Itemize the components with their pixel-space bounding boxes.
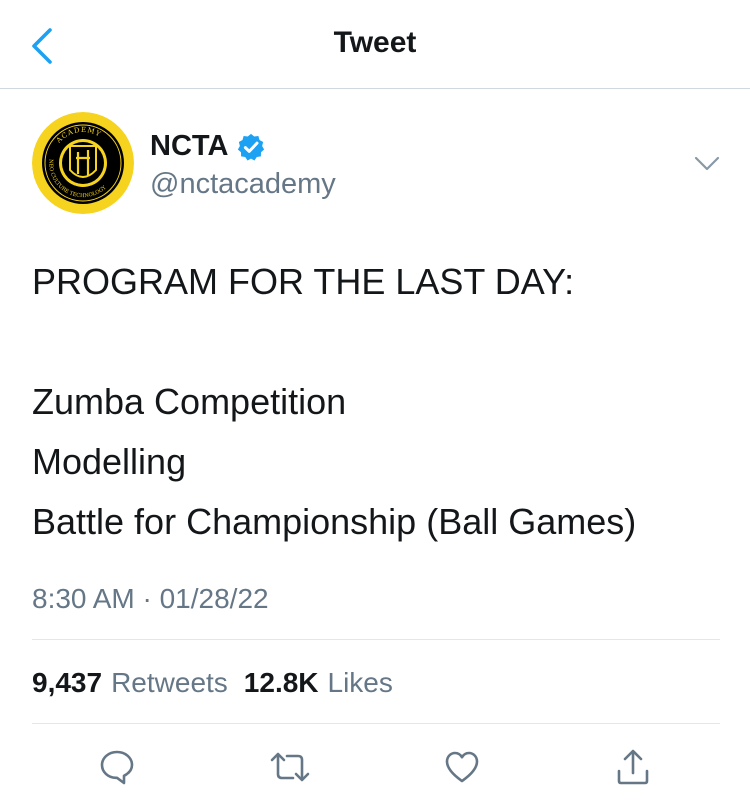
tweet-text: PROGRAM FOR THE LAST DAY: Zumba Competit… bbox=[32, 252, 722, 552]
like-button[interactable] bbox=[439, 744, 485, 790]
retweets-label[interactable]: Retweets bbox=[111, 667, 228, 699]
more-options-button[interactable] bbox=[690, 146, 724, 180]
retweet-icon bbox=[270, 752, 310, 782]
tweet-header: ACADEMY NEO CULTURE TECHNOLOGY NCTA @nct… bbox=[32, 110, 722, 220]
tweet-line: Battle for Championship (Ball Games) bbox=[32, 501, 637, 542]
tweet-timestamp[interactable]: 8:30 AM · 01/28/22 bbox=[32, 583, 269, 615]
page-title: Tweet bbox=[333, 26, 417, 59]
retweets-count[interactable]: 9,437 bbox=[32, 667, 102, 699]
share-button[interactable] bbox=[610, 744, 656, 790]
avatar[interactable]: ACADEMY NEO CULTURE TECHNOLOGY bbox=[32, 112, 134, 214]
likes-count[interactable]: 12.8K bbox=[244, 667, 319, 699]
retweet-button[interactable] bbox=[267, 744, 313, 790]
tweet-line: Modelling bbox=[32, 441, 187, 482]
tweet-line: PROGRAM FOR THE LAST DAY: bbox=[32, 261, 575, 302]
tweet-action-bar bbox=[0, 744, 750, 792]
tweet-stats: 9,437 Retweets 12.8K Likes bbox=[32, 667, 409, 699]
tweet-line: Zumba Competition bbox=[32, 381, 347, 422]
navigation-bar: Tweet bbox=[0, 0, 750, 89]
reply-icon bbox=[100, 750, 134, 785]
verified-badge-icon bbox=[238, 133, 265, 160]
divider bbox=[32, 723, 720, 724]
likes-label[interactable]: Likes bbox=[328, 667, 393, 699]
heart-icon bbox=[445, 751, 479, 783]
author-display-name: NCTA bbox=[150, 130, 229, 162]
chevron-down-icon bbox=[694, 156, 720, 171]
tweet-line-empty bbox=[32, 312, 722, 372]
share-icon bbox=[617, 749, 649, 785]
divider bbox=[32, 639, 720, 640]
author-handle[interactable]: @nctacademy bbox=[150, 168, 336, 201]
reply-button[interactable] bbox=[94, 744, 140, 790]
author-name[interactable]: NCTA bbox=[150, 130, 266, 163]
